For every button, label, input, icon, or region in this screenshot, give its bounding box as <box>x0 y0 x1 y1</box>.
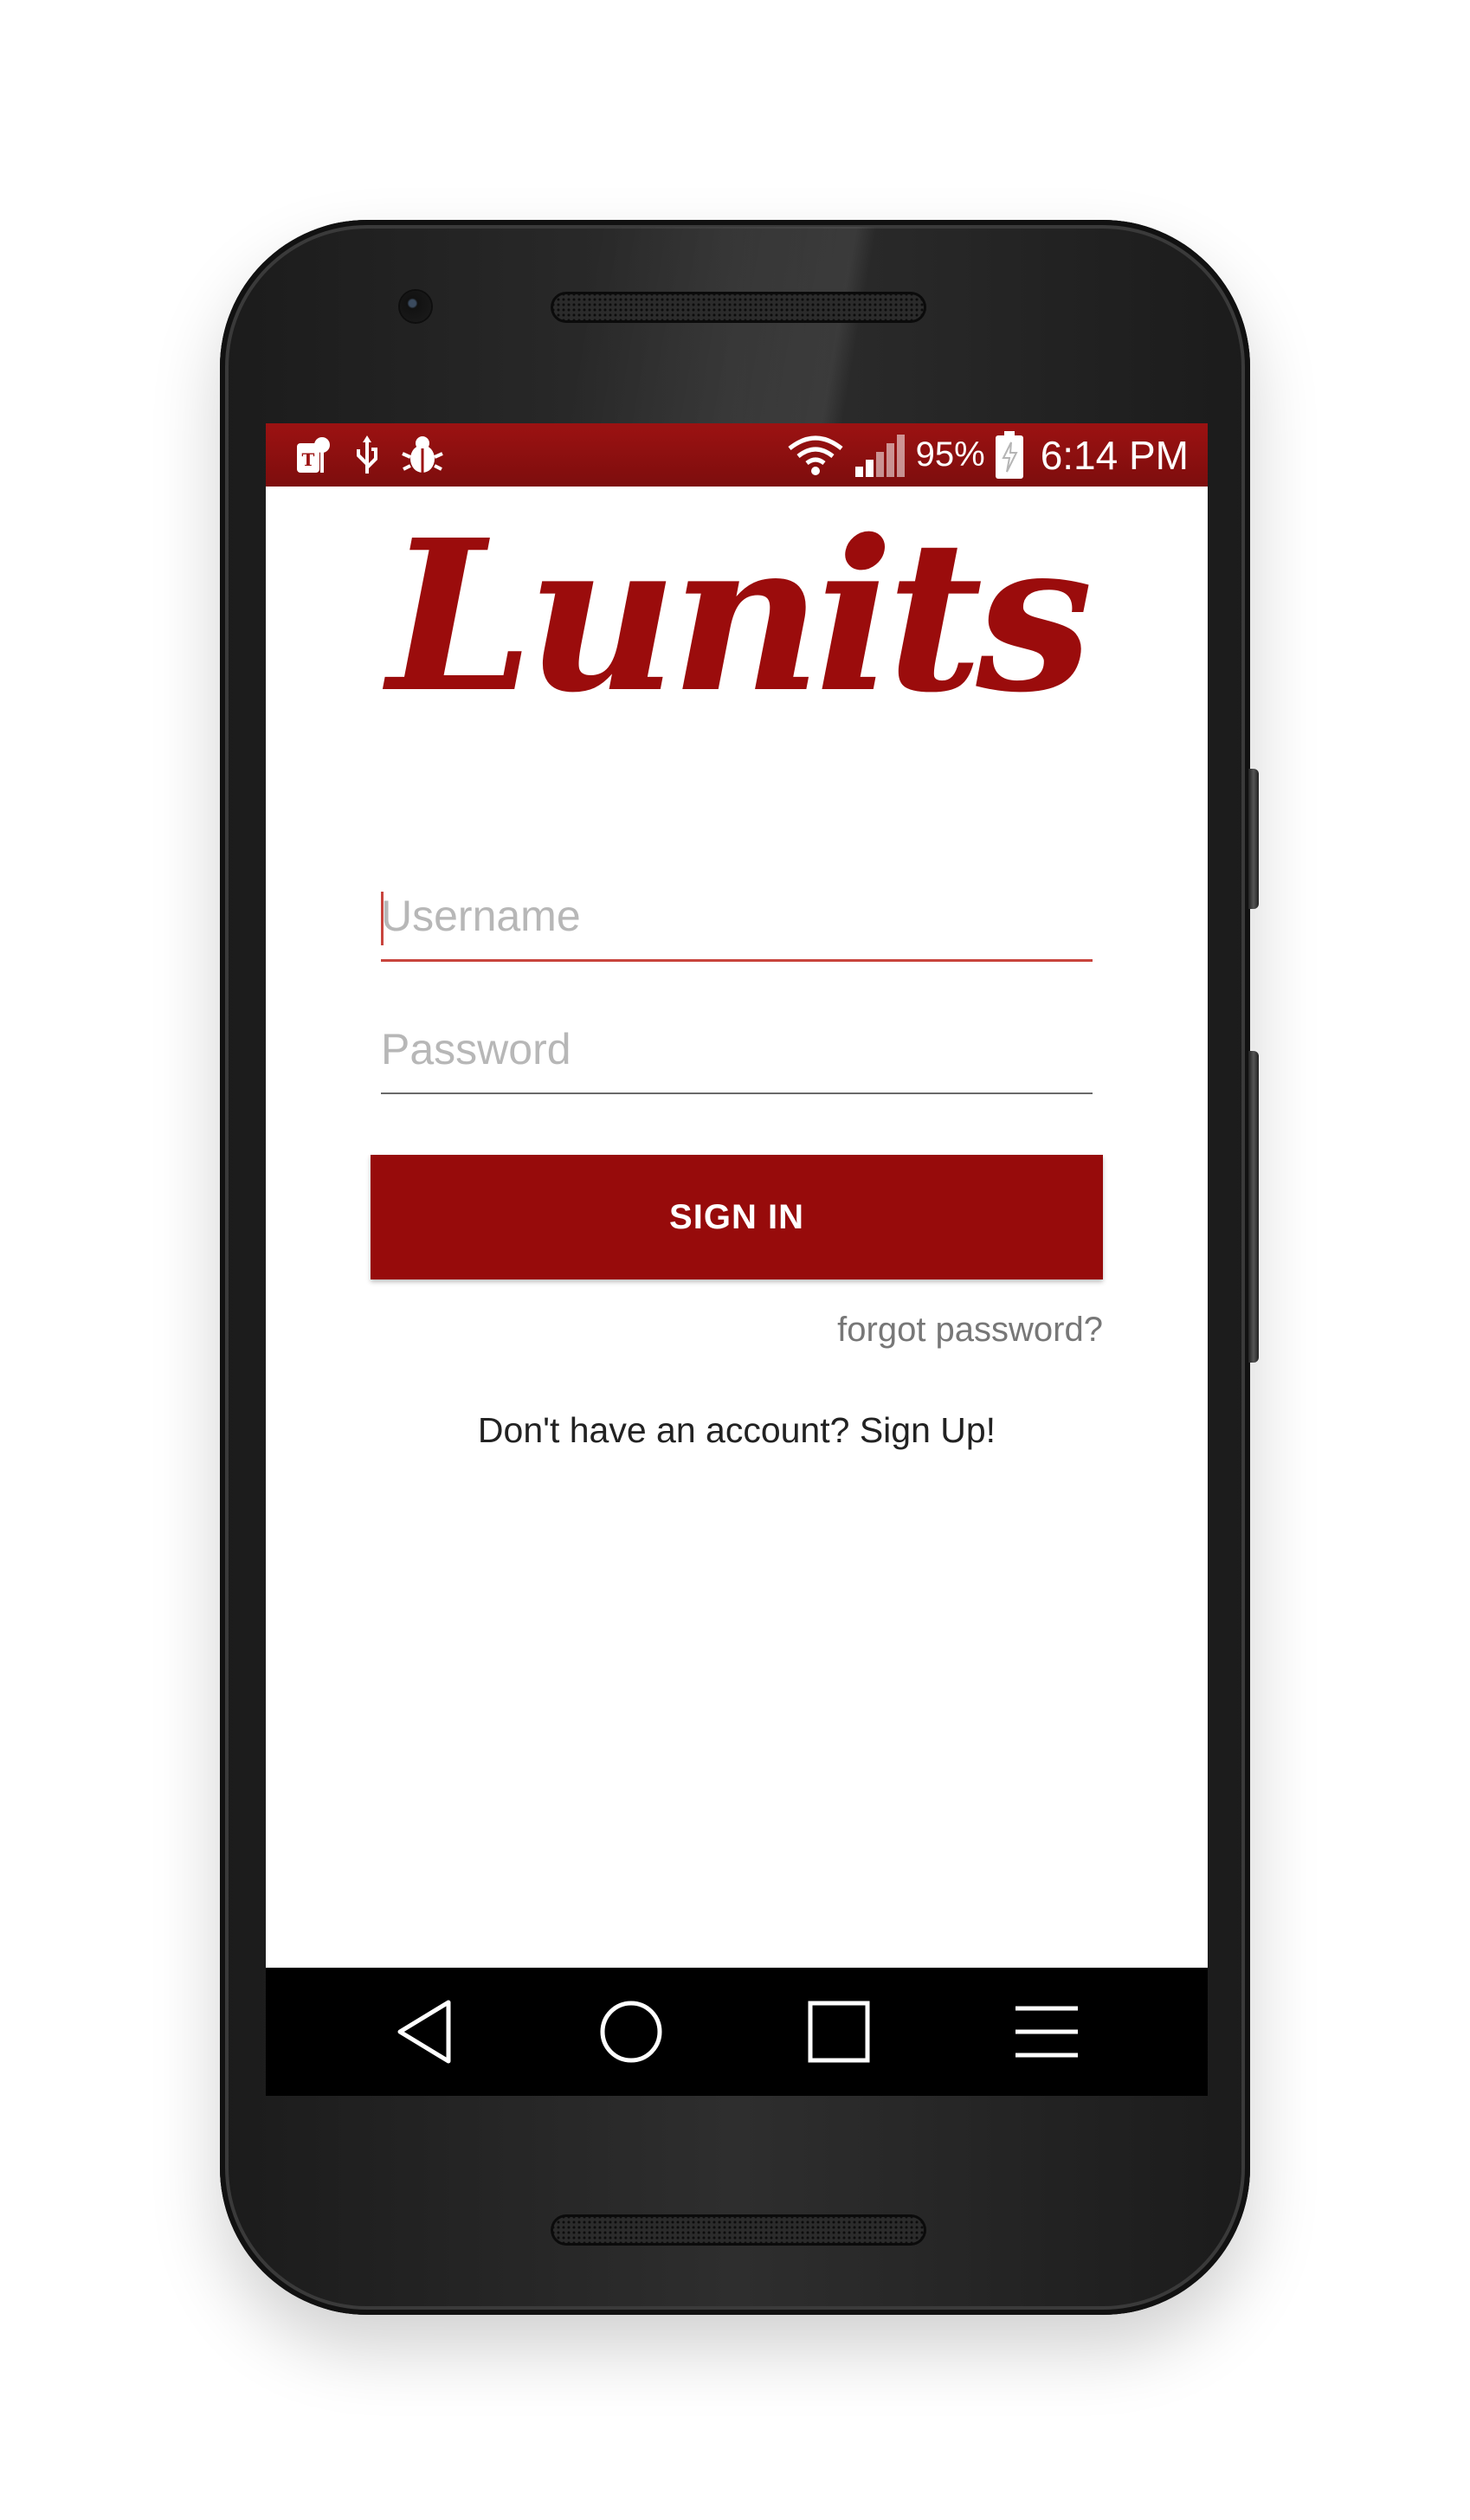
username-field-container <box>381 873 1093 962</box>
top-speaker <box>551 292 926 323</box>
back-icon <box>397 2000 451 2064</box>
volume-button[interactable] <box>1248 1051 1259 1363</box>
navigation-bar <box>266 1968 1208 2096</box>
bug-icon <box>401 435 444 476</box>
username-input[interactable] <box>381 873 1093 959</box>
status-bar-notifications: T <box>266 434 444 477</box>
t-mobile-icon: T <box>295 435 333 476</box>
app-logo: Lunits <box>387 494 1093 738</box>
forgot-password-link[interactable]: forgot password? <box>837 1311 1103 1350</box>
svg-text:T: T <box>302 449 315 470</box>
status-bar: T 95% 6:14 PM <box>266 423 1208 487</box>
battery-charging-icon <box>994 430 1025 480</box>
home-icon <box>600 2001 662 2063</box>
menu-icon <box>1015 2006 1078 2058</box>
text-cursor <box>381 892 384 945</box>
usb-icon <box>354 434 380 477</box>
power-button[interactable] <box>1248 769 1259 909</box>
sign-up-link[interactable]: Don't have an account? Sign Up! <box>266 1410 1208 1451</box>
screen: T 95% 6:14 PM Lunits Username SIGN IN fo… <box>266 423 1208 2096</box>
bottom-speaker <box>551 2214 926 2246</box>
status-bar-system: 95% 6:14 PM <box>786 430 1208 480</box>
wifi-icon <box>786 433 845 478</box>
home-button[interactable] <box>588 1988 674 2075</box>
password-input[interactable] <box>381 1006 1093 1092</box>
sign-in-button[interactable]: SIGN IN <box>371 1155 1103 1279</box>
cellular-signal-icon <box>854 432 907 479</box>
back-button[interactable] <box>382 1988 468 2075</box>
menu-button[interactable] <box>1003 1988 1090 2075</box>
battery-percent: 95% <box>915 435 985 474</box>
front-camera <box>400 291 431 322</box>
recents-icon <box>808 2001 870 2063</box>
status-clock: 6:14 PM <box>1040 432 1189 478</box>
recents-button[interactable] <box>796 1988 882 2075</box>
password-field-container <box>381 1006 1093 1094</box>
